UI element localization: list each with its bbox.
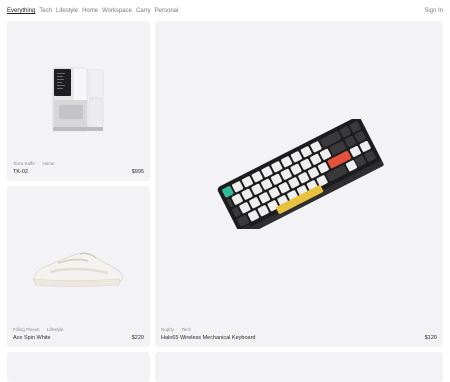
product-name: TK-02 <box>13 169 28 175</box>
coffee-machine-image <box>52 67 104 132</box>
product-price: $220 <box>131 335 144 341</box>
nav-link-everything[interactable]: Everything <box>7 8 35 14</box>
product-brand-category: Nuphy · Tech <box>161 327 437 332</box>
keyboard-image <box>217 119 384 229</box>
product-card-partial[interactable] <box>7 352 150 382</box>
nav-link-carry[interactable]: Carry <box>136 8 151 14</box>
product-brand-category: Filling Pieces · Lifestyle <box>13 327 144 332</box>
product-card-ace-spin-white[interactable]: Filling Pieces · Lifestyle Ace Spin Whit… <box>7 186 150 347</box>
nav-link-personal[interactable]: Personal <box>155 8 179 14</box>
separator-dot: · <box>42 327 45 332</box>
product-name-price: Ace Spin White $220 <box>13 335 144 341</box>
top-nav: Everything Tech Lifestyle Home Workspace… <box>7 5 443 17</box>
product-category[interactable]: Home <box>42 161 54 166</box>
product-name-price: TK-02 $995 <box>13 169 144 175</box>
product-meta: Terra Kaffe · Home TK-02 $995 <box>13 161 144 175</box>
nav-link-home[interactable]: Home <box>82 8 98 14</box>
separator-dot: · <box>37 161 40 166</box>
nav-link-tech[interactable]: Tech <box>39 8 52 14</box>
product-price: $995 <box>131 169 144 175</box>
product-card-halo65[interactable]: Nuphy · Tech Halo65 Wireless Mechanical … <box>155 21 443 347</box>
category-links: Everything Tech Lifestyle Home Workspace… <box>7 8 178 14</box>
product-card-partial[interactable] <box>155 352 443 382</box>
sneaker-image <box>33 252 123 287</box>
product-price: $120 <box>424 335 437 341</box>
product-category[interactable]: Tech <box>182 327 192 332</box>
product-meta: Filling Pieces · Lifestyle Ace Spin Whit… <box>13 327 144 341</box>
product-name: Halo65 Wireless Mechanical Keyboard <box>161 335 256 341</box>
nav-link-workspace[interactable]: Workspace <box>102 8 132 14</box>
product-brand[interactable]: Terra Kaffe <box>13 161 35 166</box>
product-category[interactable]: Lifestyle <box>47 327 64 332</box>
nav-link-lifestyle[interactable]: Lifestyle <box>56 8 78 14</box>
product-card-tk02[interactable]: Terra Kaffe · Home TK-02 $995 <box>7 21 150 181</box>
sign-in-link[interactable]: Sign In <box>424 8 443 14</box>
product-name: Ace Spin White <box>13 335 51 341</box>
product-meta: Nuphy · Tech Halo65 Wireless Mechanical … <box>161 327 437 341</box>
product-brand[interactable]: Nuphy <box>161 327 174 332</box>
product-brand-category: Terra Kaffe · Home <box>13 161 144 166</box>
product-brand[interactable]: Filling Pieces <box>13 327 40 332</box>
separator-dot: · <box>177 327 179 332</box>
product-name-price: Halo65 Wireless Mechanical Keyboard $120 <box>161 335 437 341</box>
